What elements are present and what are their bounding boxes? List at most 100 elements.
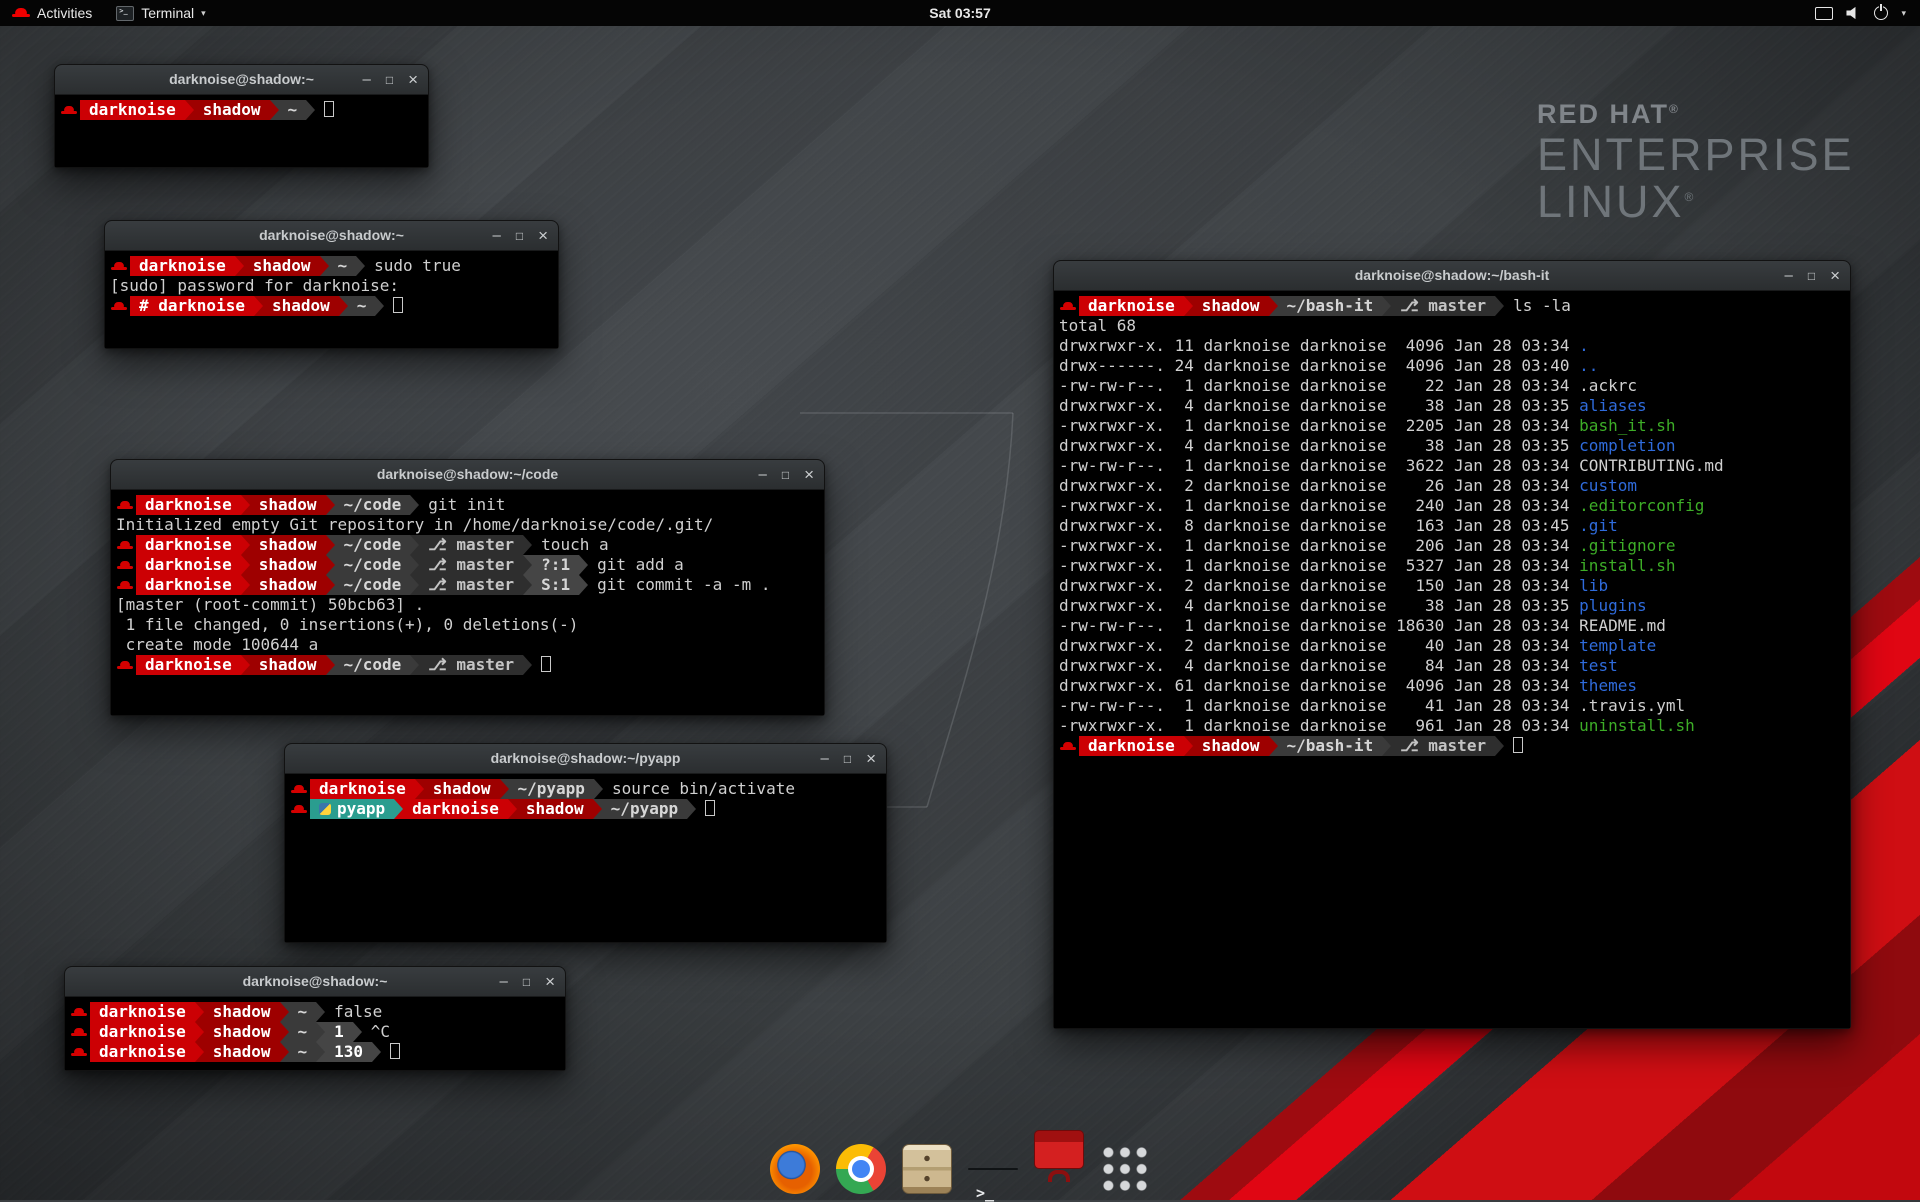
prompt-user-segment: darknoise: [90, 1002, 195, 1022]
minimize-button[interactable]: –: [820, 751, 828, 766]
maximize-button[interactable]: □: [782, 469, 789, 481]
directory-name: aliases: [1579, 396, 1646, 415]
system-status-area[interactable]: ▾: [1801, 0, 1920, 26]
terminal-line: darknoiseshadow~130: [70, 1042, 563, 1062]
prompt-venv-segment: pyapp: [310, 799, 394, 819]
output-text: -rwxrwxr-x. 1 darknoise darknoise 961 Ja…: [1059, 716, 1579, 735]
output-text: total 68: [1059, 316, 1136, 335]
dock-item-app-grid[interactable]: [1100, 1144, 1150, 1194]
window-titlebar[interactable]: darknoise@shadow:~/pyapp– □ ×: [285, 744, 886, 774]
redhat-prompt-icon: [116, 555, 134, 575]
prompt-user-segment: darknoise: [1079, 296, 1184, 316]
dock-item-firefox[interactable]: [770, 1144, 820, 1194]
prompt-host-segment: shadow: [1193, 296, 1269, 316]
terminal-line: darknoiseshadow~/code⎇ master: [116, 655, 822, 675]
close-button[interactable]: ×: [866, 750, 876, 767]
window-titlebar[interactable]: darknoise@shadow:~–□×: [55, 65, 428, 95]
terminal-line: darknoiseshadow~/code⎇ masterS:1git comm…: [116, 575, 822, 595]
segment-text: 1: [334, 1022, 344, 1041]
terminal-line: drwxrwxr-x. 61 darknoise darknoise 4096 …: [1059, 676, 1848, 696]
minimize-button[interactable]: –: [362, 72, 370, 87]
maximize-button[interactable]: □: [386, 74, 393, 86]
directory-name: lib: [1579, 576, 1608, 595]
close-button[interactable]: ×: [804, 466, 814, 483]
segment-text: master: [456, 535, 514, 554]
terminal-line: -rwxrwxr-x. 1 darknoise darknoise 2205 J…: [1059, 416, 1848, 436]
terminal-content[interactable]: darknoiseshadow~falsedarknoiseshadow~1^C…: [65, 997, 565, 1070]
terminal-content[interactable]: darknoiseshadow~: [55, 95, 428, 167]
window-titlebar[interactable]: darknoise@shadow:~/bash-it–□×: [1054, 261, 1850, 291]
minimize-button[interactable]: –: [758, 467, 766, 482]
terminal-line: darknoiseshadow~/code⎇ master?:1git add …: [116, 555, 822, 575]
dock-item-files[interactable]: [902, 1144, 952, 1194]
segment-text: ~/code: [344, 495, 402, 514]
window-title: darknoise@shadow:~/code: [111, 460, 824, 489]
powerline-separator-icon: [326, 655, 335, 675]
prompt-exit-code-segment: 1: [325, 1022, 353, 1042]
rhel-logo: RED HAT® ENTERPRISE LINUX®: [1537, 100, 1855, 226]
terminal-window: darknoise@shadow:~–□×darknoiseshadow~: [54, 64, 429, 168]
prompt-path-segment: ~/pyapp: [602, 799, 687, 819]
segment-text: shadow: [433, 779, 491, 798]
segment-text: darknoise: [145, 655, 232, 674]
dock-item-terminal[interactable]: [968, 1144, 1018, 1194]
maximize-button[interactable]: □: [516, 230, 523, 242]
window-title: darknoise@shadow:~/pyapp: [285, 744, 886, 773]
prompt-user-segment: darknoise: [403, 799, 508, 819]
powerline-separator-icon: [579, 555, 588, 575]
minimize-button[interactable]: –: [499, 974, 507, 989]
powerline-separator-icon: [410, 535, 419, 555]
output-text: drwxrwxr-x. 11 darknoise darknoise 4096 …: [1059, 336, 1579, 355]
maximize-button[interactable]: □: [844, 753, 851, 765]
clock[interactable]: Sat 03:57: [0, 5, 1920, 21]
minimize-button[interactable]: –: [492, 228, 500, 243]
terminal-content[interactable]: darknoiseshadow~/pyappsource bin/activat…: [285, 774, 886, 942]
command-text: ls -la: [1504, 296, 1571, 315]
segment-text: 130: [334, 1042, 363, 1061]
redhat-prompt-icon: [70, 1002, 88, 1022]
prompt-user-segment: darknoise: [136, 655, 241, 675]
segment-text: shadow: [213, 1002, 271, 1021]
prompt-user-segment: # darknoise: [130, 296, 254, 316]
prompt-path-segment: ~/pyapp: [509, 779, 594, 799]
close-button[interactable]: ×: [408, 71, 418, 88]
redhat-prompt-icon: [1059, 736, 1077, 756]
redhat-prompt-icon: [110, 296, 128, 316]
close-button[interactable]: ×: [538, 227, 548, 244]
output-text: drwxrwxr-x. 2 darknoise darknoise 150 Ja…: [1059, 576, 1579, 595]
redhat-prompt-icon: [116, 655, 134, 675]
segment-text: ~/code: [344, 575, 402, 594]
prompt-host-segment: shadow: [250, 575, 326, 595]
close-button[interactable]: ×: [545, 973, 555, 990]
powerline-separator-icon: [326, 555, 335, 575]
prompt-path-segment: ~/code: [335, 495, 411, 515]
segment-text: ~: [357, 296, 367, 315]
maximize-button[interactable]: □: [1808, 270, 1815, 282]
terminal-content[interactable]: darknoiseshadow~/codegit initInitialized…: [111, 490, 824, 715]
directory-name: template: [1579, 636, 1656, 655]
powerline-separator-icon: [195, 1002, 204, 1022]
window-titlebar[interactable]: darknoise@shadow:~– □ ×: [65, 967, 565, 997]
top-bar: Activities Terminal ▾ Sat 03:57 ▾: [0, 0, 1920, 26]
dock-item-chrome[interactable]: [836, 1144, 886, 1194]
window-title: darknoise@shadow:~: [65, 967, 565, 996]
powerline-separator-icon: [326, 575, 335, 595]
output-text: drwxrwxr-x. 2 darknoise darknoise 40 Jan…: [1059, 636, 1579, 655]
prompt-user-segment: darknoise: [310, 779, 415, 799]
powerline-separator-icon: [687, 799, 696, 819]
terminal-content[interactable]: darknoiseshadow~/bash-it⎇ master ls -la to…: [1054, 291, 1850, 1028]
maximize-button[interactable]: □: [523, 976, 530, 988]
terminal-content[interactable]: darknoiseshadow~sudo true[sudo] password…: [105, 251, 558, 348]
close-button[interactable]: ×: [1830, 267, 1840, 284]
terminal-window: darknoise@shadow:~/bash-it–□×darknoisesh…: [1053, 260, 1851, 1029]
window-titlebar[interactable]: darknoise@shadow:~/code– □ ×: [111, 460, 824, 490]
prompt-user-segment: darknoise: [130, 256, 235, 276]
minimize-button[interactable]: –: [1784, 268, 1792, 283]
terminal-line: darknoiseshadow~1^C: [70, 1022, 563, 1042]
dock-item-toolbox[interactable]: [1034, 1144, 1084, 1194]
executable-name: uninstall.sh: [1579, 716, 1695, 735]
prompt-host-segment: shadow: [204, 1022, 280, 1042]
terminal-line: darknoiseshadow~/bash-it⎇ master: [1059, 736, 1848, 756]
output-text: -rwxrwxr-x. 1 darknoise darknoise 206 Ja…: [1059, 536, 1579, 555]
window-titlebar[interactable]: darknoise@shadow:~–□×: [105, 221, 558, 251]
